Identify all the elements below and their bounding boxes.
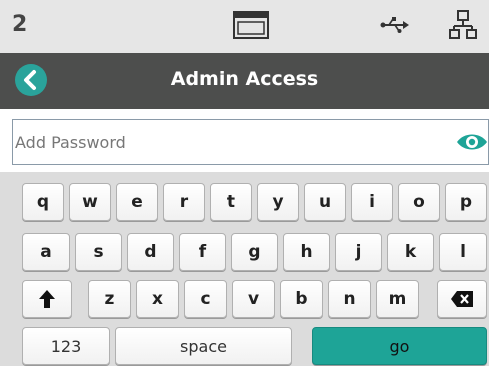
backspace-icon <box>451 291 473 307</box>
key-k[interactable]: k <box>387 233 434 271</box>
show-password-button[interactable] <box>455 128 489 156</box>
password-input[interactable] <box>15 128 435 156</box>
key-p[interactable]: p <box>445 183 487 221</box>
key-y[interactable]: y <box>257 183 299 221</box>
page-title: Admin Access <box>170 68 319 90</box>
space-key[interactable]: space <box>115 327 292 365</box>
key-r[interactable]: r <box>163 183 205 221</box>
eye-icon <box>457 134 487 150</box>
key-v[interactable]: v <box>232 280 275 318</box>
key-g[interactable]: g <box>231 233 278 271</box>
key-b[interactable]: b <box>280 280 323 318</box>
shift-key[interactable] <box>22 280 72 318</box>
header-bar: Admin Access <box>0 53 489 109</box>
key-t[interactable]: t <box>210 183 252 221</box>
status-indicator: 2 <box>12 12 28 37</box>
key-l[interactable]: l <box>439 233 487 271</box>
key-n[interactable]: n <box>328 280 371 318</box>
shift-arrow-icon <box>39 290 55 308</box>
key-q[interactable]: q <box>22 183 64 221</box>
key-d[interactable]: d <box>127 233 174 271</box>
on-screen-keyboard: q w e r t y u i o p a s d f g h j k l z … <box>0 172 489 366</box>
key-o[interactable]: o <box>398 183 440 221</box>
key-j[interactable]: j <box>335 233 382 271</box>
status-bar: 2 <box>0 0 489 53</box>
key-h[interactable]: h <box>283 233 330 271</box>
key-z[interactable]: z <box>88 280 131 318</box>
key-f[interactable]: f <box>179 233 226 271</box>
password-field[interactable] <box>12 119 489 165</box>
key-c[interactable]: c <box>184 280 227 318</box>
network-icon <box>449 10 477 44</box>
key-s[interactable]: s <box>75 233 122 271</box>
display-icon <box>233 11 269 43</box>
key-i[interactable]: i <box>351 183 393 221</box>
key-e[interactable]: e <box>116 183 158 221</box>
key-a[interactable]: a <box>22 233 70 271</box>
key-x[interactable]: x <box>136 280 179 318</box>
key-u[interactable]: u <box>304 183 346 221</box>
key-w[interactable]: w <box>69 183 111 221</box>
go-button[interactable]: go <box>312 327 487 365</box>
backspace-key[interactable] <box>437 280 487 318</box>
usb-icon <box>380 16 410 38</box>
key-m[interactable]: m <box>376 280 419 318</box>
numbers-key[interactable]: 123 <box>22 327 110 365</box>
